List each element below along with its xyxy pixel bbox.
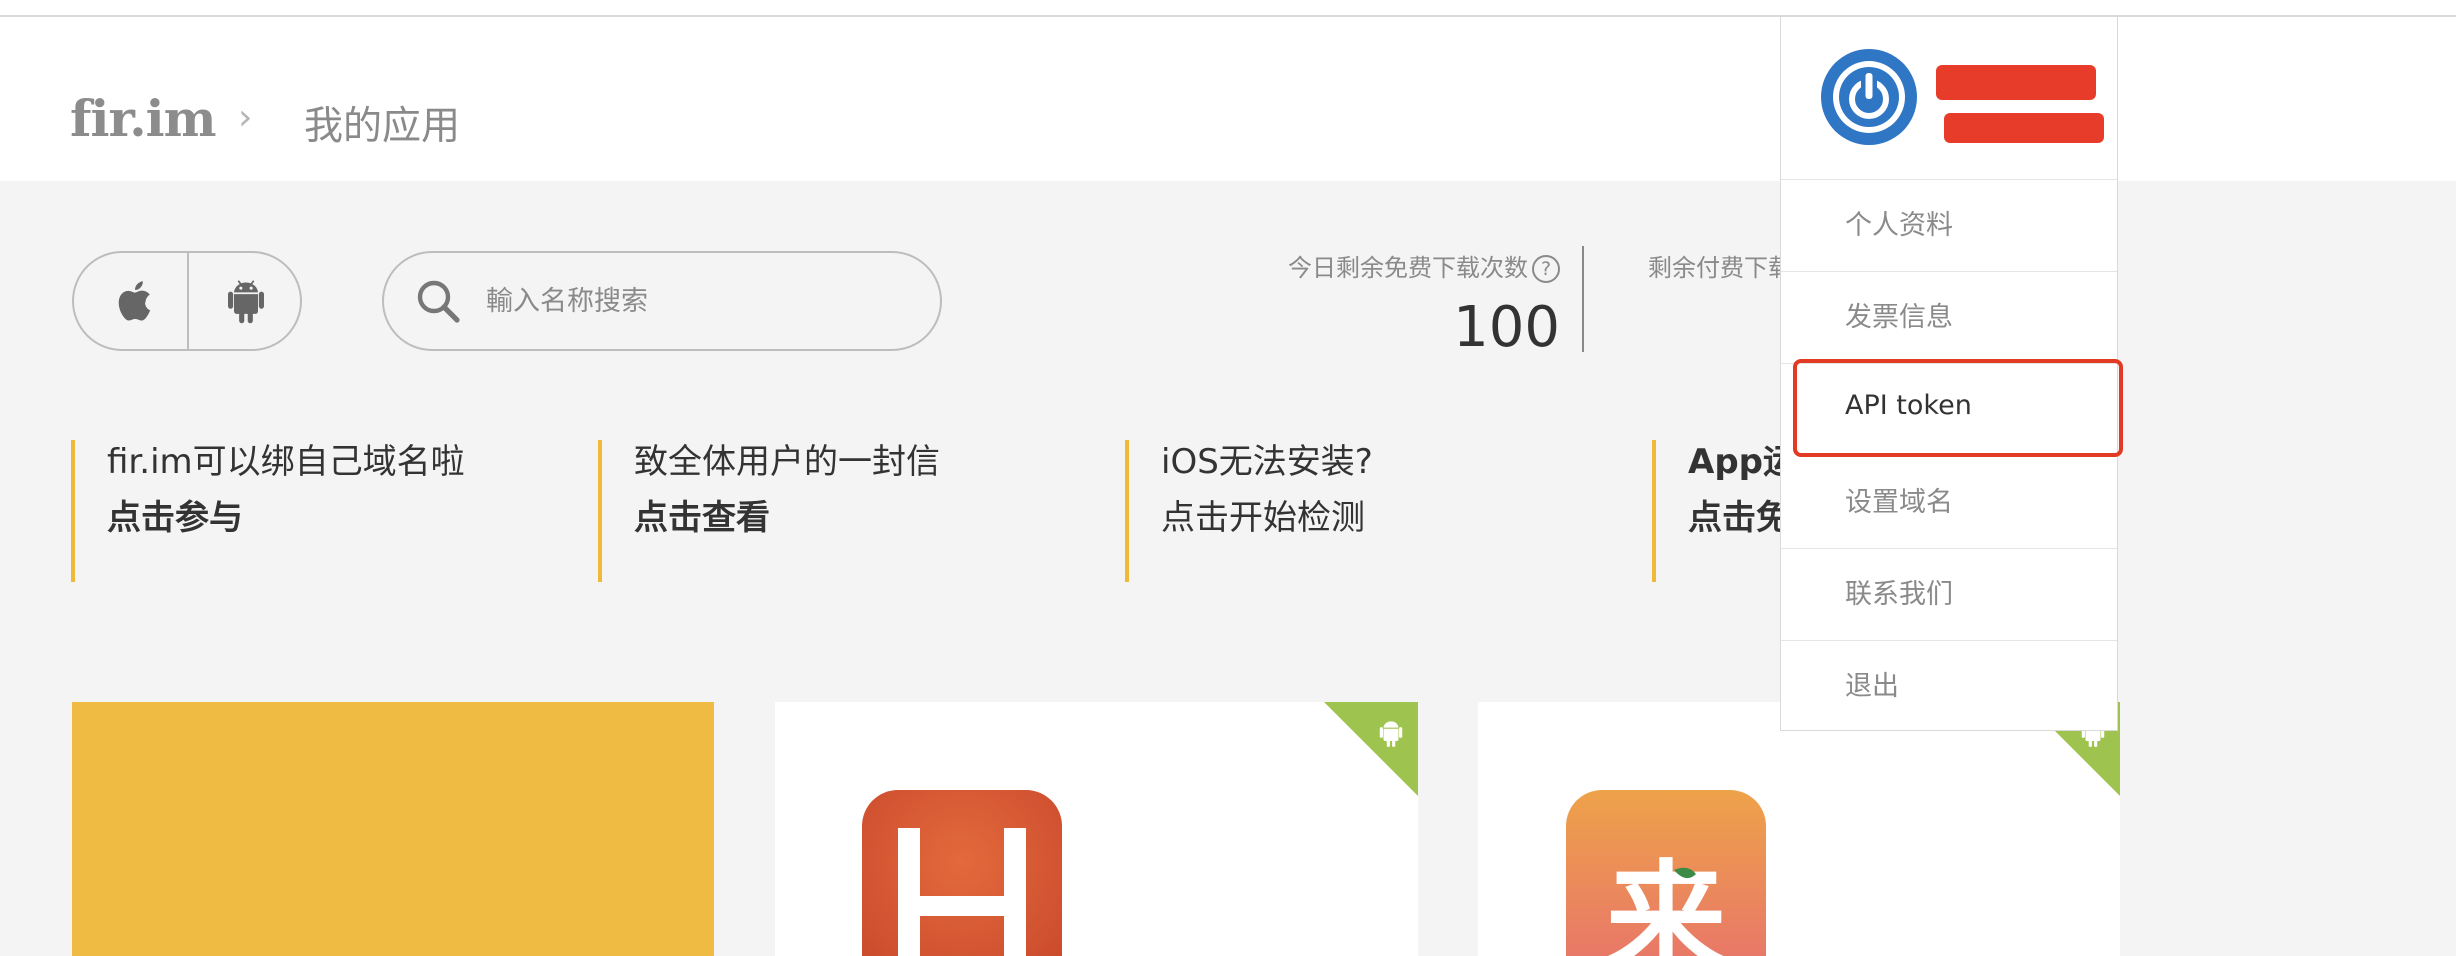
notice-action-link[interactable]: 点击参与 xyxy=(107,498,465,538)
paid-downloads-label: 剩余付费下载 xyxy=(1648,254,1792,282)
notice-title: iOS无法安装? xyxy=(1161,442,1373,482)
top-border xyxy=(0,0,2456,17)
logo[interactable]: fir.im xyxy=(70,89,217,148)
search-icon[interactable] xyxy=(414,277,462,325)
app-card[interactable]: 来 xyxy=(1478,702,2120,956)
search-box xyxy=(382,251,942,351)
android-icon[interactable] xyxy=(224,277,268,325)
android-icon xyxy=(1379,721,1403,747)
notice-item[interactable]: iOS无法安装? 点击开始检测 xyxy=(1125,440,1373,582)
free-downloads-stat: 今日剩余免费下载次数? 100 xyxy=(1270,248,1560,360)
notice-title: fir.im可以绑自己域名啦 xyxy=(107,442,465,482)
app-icon[interactable] xyxy=(862,790,1062,956)
apple-icon[interactable] xyxy=(116,277,160,325)
user-profile-header[interactable] xyxy=(1781,17,2117,180)
menu-item-profile[interactable]: 个人资料 xyxy=(1781,180,2117,272)
notice-action-link[interactable]: 点击查看 xyxy=(634,498,940,538)
menu-item-api-token[interactable]: API token xyxy=(1793,359,2123,457)
menu-item-domain-settings[interactable]: 设置域名 xyxy=(1781,457,2117,549)
breadcrumb-separator: › xyxy=(238,97,253,138)
stat-divider xyxy=(1582,246,1584,352)
app-icon[interactable]: 来 xyxy=(1566,790,1766,956)
help-icon[interactable]: ? xyxy=(1532,255,1560,283)
platform-filter xyxy=(72,251,302,351)
app-card[interactable] xyxy=(775,702,1418,956)
notice-item[interactable]: fir.im可以绑自己域名啦 点击参与 xyxy=(71,440,465,582)
free-downloads-label: 今日剩余免费下载次数 xyxy=(1288,254,1528,282)
svg-text:来: 来 xyxy=(1606,850,1726,956)
power-icon[interactable] xyxy=(1821,49,1917,145)
notice-action-link[interactable]: 点击开始检测 xyxy=(1161,498,1373,538)
menu-item-contact-us[interactable]: 联系我们 xyxy=(1781,549,2117,641)
notice-title: 致全体用户的一封信 xyxy=(634,442,940,482)
redacted-username xyxy=(1936,65,2096,100)
menu-item-logout[interactable]: 退出 xyxy=(1781,641,2117,733)
filter-divider xyxy=(187,253,189,349)
menu-item-invoice[interactable]: 发票信息 xyxy=(1781,272,2117,364)
redacted-email xyxy=(1944,113,2104,143)
breadcrumb-current[interactable]: 我的应用 xyxy=(304,95,460,151)
app-card[interactable] xyxy=(72,702,714,956)
search-input[interactable] xyxy=(486,271,906,331)
user-dropdown-menu: 个人资料 发票信息 API token 设置域名 联系我们 退出 xyxy=(1780,17,2123,733)
notice-item[interactable]: App运 点击免 xyxy=(1652,440,1797,582)
android-badge xyxy=(1324,702,1418,796)
free-downloads-value: 100 xyxy=(1453,295,1560,360)
notice-item[interactable]: 致全体用户的一封信 点击查看 xyxy=(598,440,940,582)
paid-downloads-stat: 剩余付费下载 xyxy=(1648,248,1792,283)
